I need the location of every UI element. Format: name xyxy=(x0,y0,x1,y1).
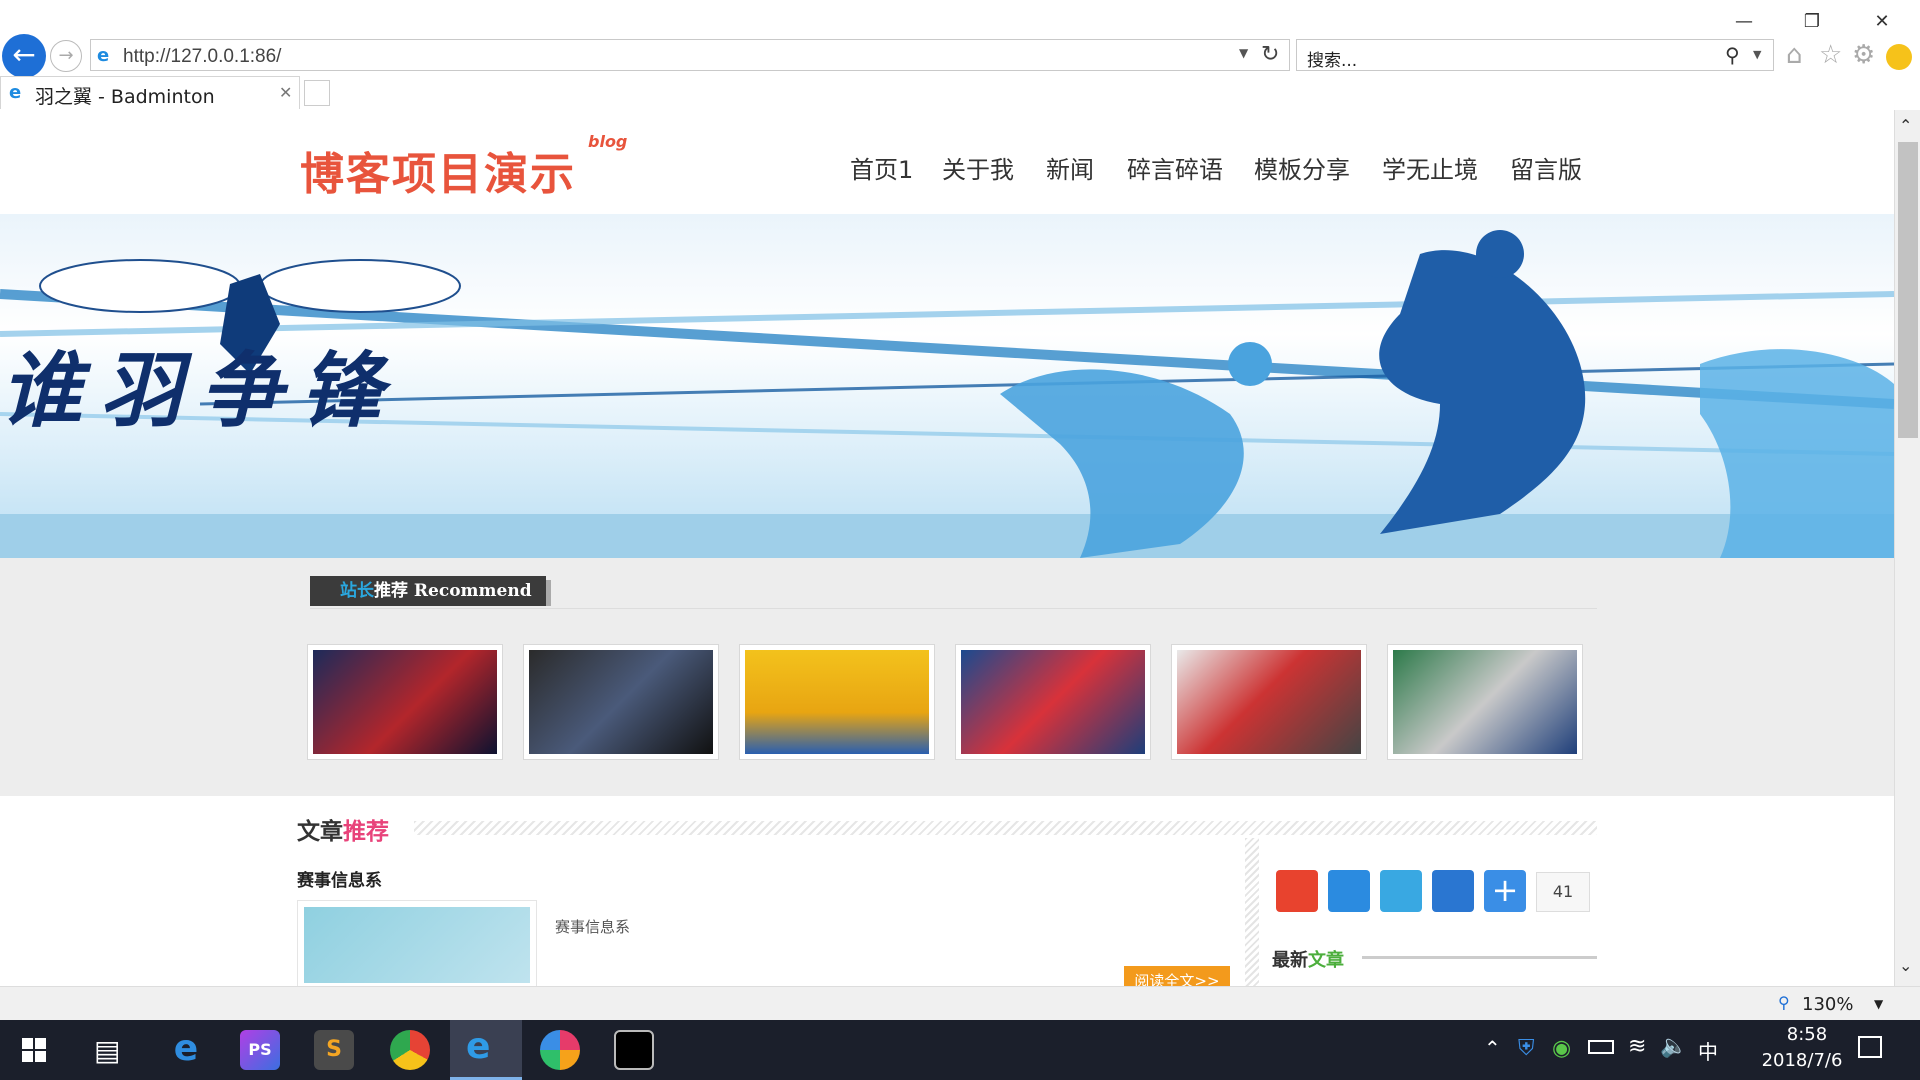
nav-item-learning[interactable]: 学无止境 xyxy=(1382,150,1478,185)
address-bar[interactable]: e http://127.0.0.1:86/ ▼ ↻ xyxy=(90,39,1290,71)
recommend-photo-1[interactable] xyxy=(307,644,503,760)
clock-date[interactable]: 2018/7/6 xyxy=(1742,1050,1862,1071)
recommend-photo-5[interactable] xyxy=(1171,644,1367,760)
recommend-label-text: 推荐 Recommend xyxy=(374,581,532,601)
windows-start-icon[interactable] xyxy=(22,1038,46,1062)
logo-badge: blog xyxy=(588,132,628,151)
search-dropdown-icon[interactable]: ▼ xyxy=(1753,48,1761,61)
recommend-label: 站长推荐 Recommend xyxy=(310,576,546,606)
latest-title-main: 最新 xyxy=(1272,950,1308,971)
forward-button[interactable]: → xyxy=(50,40,82,72)
article-heading[interactable]: 赛事信息系 xyxy=(297,866,382,891)
wechat-icon[interactable]: ◉ xyxy=(1552,1036,1571,1061)
share-count: 41 xyxy=(1536,872,1590,912)
refresh-icon[interactable]: ↻ xyxy=(1261,42,1279,67)
phpstorm-taskbar-icon[interactable]: PS xyxy=(240,1030,280,1070)
site-logo[interactable]: 博客项目演示 xyxy=(300,138,576,202)
recommend-photo-6[interactable] xyxy=(1387,644,1583,760)
settings-gear-icon[interactable]: ⚙ xyxy=(1852,40,1875,70)
more-share-icon[interactable]: + xyxy=(1484,870,1526,912)
article-summary: 赛事信息系 xyxy=(555,918,631,936)
articles-title: 文章推荐 xyxy=(297,812,389,846)
logo-text: 博客项目演示 xyxy=(300,149,576,200)
battery-icon[interactable] xyxy=(1588,1040,1614,1054)
dropdown-icon[interactable]: ▼ xyxy=(1239,46,1248,60)
tab-active[interactable]: e 羽之翼 - Badminton ✕ xyxy=(0,76,300,109)
minimize-button[interactable]: — xyxy=(1724,8,1764,36)
zoom-dropdown-icon[interactable]: ▼ xyxy=(1874,997,1883,1011)
nav-item-notes[interactable]: 碎言碎语 xyxy=(1127,150,1223,185)
tab-title: 羽之翼 - Badminton xyxy=(35,86,215,108)
security-shield-icon[interactable]: ⛨ xyxy=(1518,1036,1535,1061)
task-view-icon[interactable]: ▤ xyxy=(94,1034,120,1067)
sublime-taskbar-icon[interactable]: S xyxy=(314,1030,354,1070)
nav-item-news[interactable]: 新闻 xyxy=(1046,150,1094,185)
recommend-photo-4[interactable] xyxy=(955,644,1151,760)
new-tab-button[interactable] xyxy=(304,80,330,106)
renren-share-icon[interactable] xyxy=(1432,870,1474,912)
terminal-taskbar-icon[interactable] xyxy=(614,1030,654,1070)
browser-chrome: — ❐ ✕ ← → e http://127.0.0.1:86/ ▼ ↻ 搜索.… xyxy=(0,0,1920,110)
nav-item-home[interactable]: 首页1 xyxy=(850,150,913,185)
ime-indicator[interactable]: 中 xyxy=(1698,1036,1718,1065)
latest-title-accent: 文章 xyxy=(1308,950,1344,971)
edge-taskbar-icon[interactable]: e xyxy=(166,1030,206,1070)
articles-title-stripe xyxy=(414,821,1597,835)
action-center-icon[interactable] xyxy=(1858,1036,1882,1058)
status-bar: ⚲ 130% ▼ xyxy=(0,986,1920,1020)
scrollbar-thumb[interactable] xyxy=(1898,142,1918,438)
recommend-photo-3[interactable] xyxy=(739,644,935,760)
color-app-taskbar-icon[interactable] xyxy=(540,1030,580,1070)
banner-slogan: 谁羽争锋 xyxy=(0,344,400,439)
latest-title-line xyxy=(1362,956,1597,959)
ie-taskbar-active[interactable]: e xyxy=(450,1020,522,1080)
ie-tab-icon: e xyxy=(9,82,22,103)
qzone-share-icon[interactable] xyxy=(1328,870,1370,912)
restore-button[interactable]: ❐ xyxy=(1792,8,1832,36)
wifi-icon[interactable]: ≋ xyxy=(1628,1034,1646,1059)
search-input[interactable]: 搜索... xyxy=(1307,46,1357,71)
ie-page-icon: e xyxy=(97,45,110,66)
recommend-label-edge xyxy=(546,580,551,606)
address-url: http://127.0.0.1:86/ xyxy=(123,46,282,67)
volume-icon[interactable]: 🔈 xyxy=(1660,1034,1687,1059)
zoom-level[interactable]: 130% xyxy=(1802,994,1853,1015)
favorites-star-icon[interactable]: ☆ xyxy=(1819,40,1842,70)
articles-title-accent: 推荐 xyxy=(343,819,389,845)
recommend-photo-2[interactable] xyxy=(523,644,719,760)
articles-title-main: 文章 xyxy=(297,819,343,845)
nav-item-guestbook[interactable]: 留言版 xyxy=(1510,150,1582,185)
nav-item-templates[interactable]: 模板分享 xyxy=(1254,150,1350,185)
weibo-share-icon[interactable] xyxy=(1276,870,1318,912)
recommend-label-accent: 站长 xyxy=(340,581,374,601)
chrome-taskbar-icon[interactable] xyxy=(390,1030,430,1070)
recommend-divider xyxy=(310,608,1597,609)
read-more-button[interactable]: 阅读全文>> xyxy=(1124,966,1230,986)
close-window-button[interactable]: ✕ xyxy=(1862,8,1902,36)
page-viewport: 博客项目演示 blog 首页1 关于我 新闻 碎言碎语 模板分享 学无止境 留言… xyxy=(0,110,1894,986)
back-button[interactable]: ← xyxy=(2,34,46,78)
zoom-icon[interactable]: ⚲ xyxy=(1778,993,1790,1012)
taskbar: ▤ e PS S e ⌃ ⛨ ◉ ≋ 🔈 中 8:58 2018/7/6 xyxy=(0,1020,1920,1080)
hero-banner: 谁羽争锋 xyxy=(0,214,1894,558)
search-box[interactable]: 搜索... ⚲ ▼ xyxy=(1296,39,1774,71)
tab-close-icon[interactable]: ✕ xyxy=(279,83,292,102)
article-thumbnail[interactable] xyxy=(297,900,537,986)
search-icon[interactable]: ⚲ xyxy=(1725,43,1740,67)
latest-articles-title: 最新文章 xyxy=(1272,946,1344,972)
scroll-up-icon[interactable]: ⌃ xyxy=(1899,116,1912,135)
nav-item-about[interactable]: 关于我 xyxy=(942,150,1014,185)
page-scrollbar[interactable]: ⌃ ⌄ xyxy=(1894,110,1920,986)
column-divider xyxy=(1245,838,1259,986)
recommend-section: 站长推荐 Recommend xyxy=(0,558,1894,796)
clock-time[interactable]: 8:58 xyxy=(1762,1024,1852,1045)
tray-chevron-icon[interactable]: ⌃ xyxy=(1484,1036,1501,1060)
ie-taskbar-icon: e xyxy=(466,1026,491,1067)
scroll-down-icon[interactable]: ⌄ xyxy=(1899,956,1912,975)
tencent-weibo-share-icon[interactable] xyxy=(1380,870,1422,912)
home-icon[interactable]: ⌂ xyxy=(1786,40,1803,70)
feedback-smiley-icon[interactable] xyxy=(1886,44,1912,70)
